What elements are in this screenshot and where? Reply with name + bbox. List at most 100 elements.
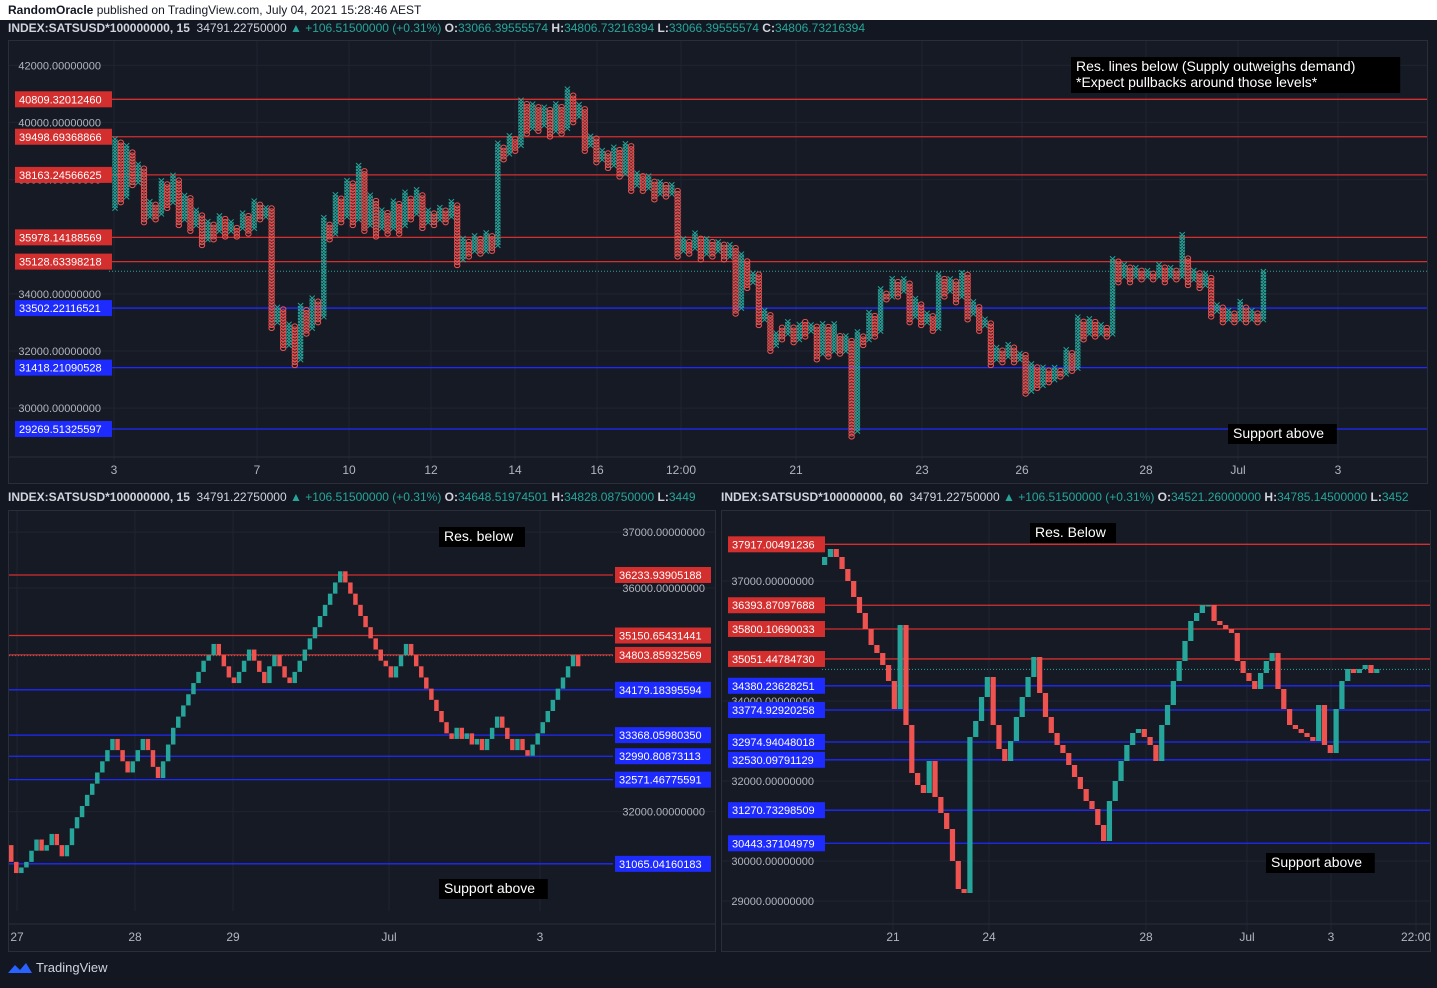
y-tick-label: 37000.00000000 bbox=[731, 576, 814, 588]
down-brick bbox=[221, 655, 227, 667]
pnf-o-box bbox=[1254, 310, 1261, 317]
pnf-x-box bbox=[564, 86, 571, 93]
legend-symbol[interactable]: INDEX:SATSUSD*100000000, 15 bbox=[8, 490, 190, 504]
annotation-text-box[interactable]: Res. lines below (Supply outweighs deman… bbox=[1071, 57, 1401, 93]
up-brick bbox=[565, 666, 571, 678]
pnf-x-box bbox=[877, 286, 884, 292]
chart-panel-bottom-left[interactable]: 27 28 29 Jul 3 37000.00000000 36000.00000000 32… bbox=[8, 510, 716, 952]
annotation-text-box[interactable]: Support above bbox=[439, 879, 548, 899]
up-brick bbox=[170, 727, 176, 745]
annotation-text-box[interactable]: Res. below bbox=[439, 527, 525, 547]
y-tick-label: 37000.00000000 bbox=[622, 527, 705, 539]
pnf-o-box bbox=[210, 221, 217, 228]
pnf-x-box bbox=[251, 198, 258, 205]
down-brick bbox=[1246, 673, 1252, 681]
pnf-x-column bbox=[1225, 307, 1232, 323]
pnf-o-column bbox=[222, 215, 229, 240]
annotation-text-box[interactable]: Res. Below bbox=[1030, 523, 1116, 543]
pnf-x-column bbox=[170, 172, 176, 206]
pnf-x-box bbox=[552, 101, 559, 107]
x-tick-label: 23 bbox=[915, 463, 929, 477]
up-brick bbox=[1263, 661, 1269, 673]
resistance-label: 35128.63398218 bbox=[19, 257, 102, 269]
down-brick bbox=[1287, 709, 1293, 725]
x-tick-label: 3 bbox=[111, 463, 118, 477]
down-brick bbox=[429, 688, 434, 700]
legend-change: ▲ +106.51500000 (+0.31%) bbox=[289, 21, 442, 35]
linebreak-chart-60[interactable]: 21 24 28 Jul 3 22:0037000.0000000034000.00000… bbox=[722, 511, 1431, 951]
pnf-x-column bbox=[146, 198, 153, 220]
linebreak-chart-15[interactable]: 27 28 29 Jul 3 37000.00000000 36000.00000000 32… bbox=[9, 511, 715, 951]
pnf-o-box bbox=[500, 144, 507, 151]
pnf-o-box bbox=[1231, 310, 1238, 317]
up-brick bbox=[984, 677, 990, 697]
resistance-label: 38163.24566625 bbox=[19, 170, 102, 182]
pnf-o-column bbox=[396, 200, 403, 237]
chart-panel-bottom-right[interactable]: 21 24 28 Jul 3 22:00 37000.00000000 34000.00000… bbox=[721, 510, 1431, 952]
pnf-o-column bbox=[1208, 274, 1215, 320]
pnf-o-column bbox=[558, 103, 565, 137]
pnf-o-box bbox=[848, 337, 855, 344]
down-brick bbox=[856, 597, 863, 613]
pnf-x-box bbox=[216, 213, 223, 219]
pnf-x-column bbox=[610, 144, 617, 169]
down-brick bbox=[216, 643, 222, 656]
pnf-x-box bbox=[947, 276, 954, 282]
pnf-x-box bbox=[483, 230, 490, 236]
up-brick bbox=[1008, 741, 1014, 761]
chart-panel-top[interactable]: 3 7 10 12 14 16 12:00 21 23 26 28 Jul 3 42000.0000000… bbox=[8, 40, 1428, 484]
support-label: 31418.21090528 bbox=[19, 363, 102, 375]
legend-bottom-left: INDEX:SATSUSD*100000000, 15 34791.227500… bbox=[8, 490, 696, 504]
pnf-o-column bbox=[686, 238, 693, 257]
up-brick bbox=[165, 744, 171, 762]
pnf-o-box bbox=[1242, 304, 1250, 311]
legend-symbol[interactable]: INDEX:SATSUSD*100000000, 15 bbox=[8, 21, 190, 35]
pnf-o-column bbox=[918, 301, 925, 329]
pnf-x-column bbox=[761, 307, 768, 323]
legend-symbol[interactable]: INDEX:SATSUSD*100000000, 60 bbox=[721, 490, 903, 504]
pnf-o-column bbox=[628, 143, 635, 194]
pnf-o-box bbox=[372, 197, 380, 204]
down-brick bbox=[1101, 825, 1107, 841]
pnf-o-column bbox=[732, 244, 739, 317]
pnf-x-box bbox=[1086, 315, 1093, 322]
up-brick bbox=[135, 750, 141, 762]
pnf-x-column bbox=[1028, 361, 1035, 394]
up-brick bbox=[1257, 673, 1264, 689]
pnf-o-column bbox=[384, 209, 391, 237]
down-brick bbox=[125, 761, 130, 773]
down-brick bbox=[525, 750, 530, 756]
pnf-x-column bbox=[541, 104, 548, 129]
author-name[interactable]: RandomOracle bbox=[8, 3, 93, 17]
down-brick bbox=[932, 761, 938, 797]
down-brick bbox=[1350, 669, 1357, 673]
down-brick bbox=[1275, 653, 1281, 689]
down-brick bbox=[996, 725, 1002, 749]
pnf-o-column bbox=[175, 177, 183, 229]
pnf-o-column bbox=[210, 221, 217, 243]
tradingview-footer[interactable]: TradingView bbox=[8, 960, 108, 975]
pnf-o-box bbox=[906, 280, 913, 287]
pnf-chart[interactable]: 3 7 10 12 14 16 12:00 21 23 26 28 Jul 3 42000.0000000… bbox=[9, 41, 1427, 483]
pnf-o-column bbox=[593, 135, 600, 166]
x-tick-label: 24 bbox=[982, 930, 996, 944]
pnf-o-box bbox=[709, 238, 716, 245]
up-brick bbox=[267, 666, 272, 684]
annotation-text-box[interactable]: Support above bbox=[1228, 424, 1337, 444]
annotation-text: Support above bbox=[1271, 854, 1362, 870]
up-brick bbox=[1205, 605, 1211, 607]
annotation-text-box[interactable]: Support above bbox=[1266, 853, 1375, 873]
pnf-x-box bbox=[796, 321, 803, 328]
down-brick bbox=[383, 660, 389, 667]
pnf-o-column bbox=[1068, 350, 1076, 374]
pnf-x-column bbox=[483, 230, 490, 254]
up-brick bbox=[1333, 709, 1339, 753]
up-brick bbox=[49, 833, 54, 846]
down-brick bbox=[955, 861, 961, 889]
down-brick bbox=[1141, 729, 1147, 737]
down-brick bbox=[368, 627, 373, 639]
pnf-x-column bbox=[448, 198, 455, 220]
publish-header: RandomOracle published on TradingView.co… bbox=[0, 0, 1437, 20]
pnf-x-box bbox=[367, 192, 374, 199]
up-brick bbox=[570, 655, 576, 667]
